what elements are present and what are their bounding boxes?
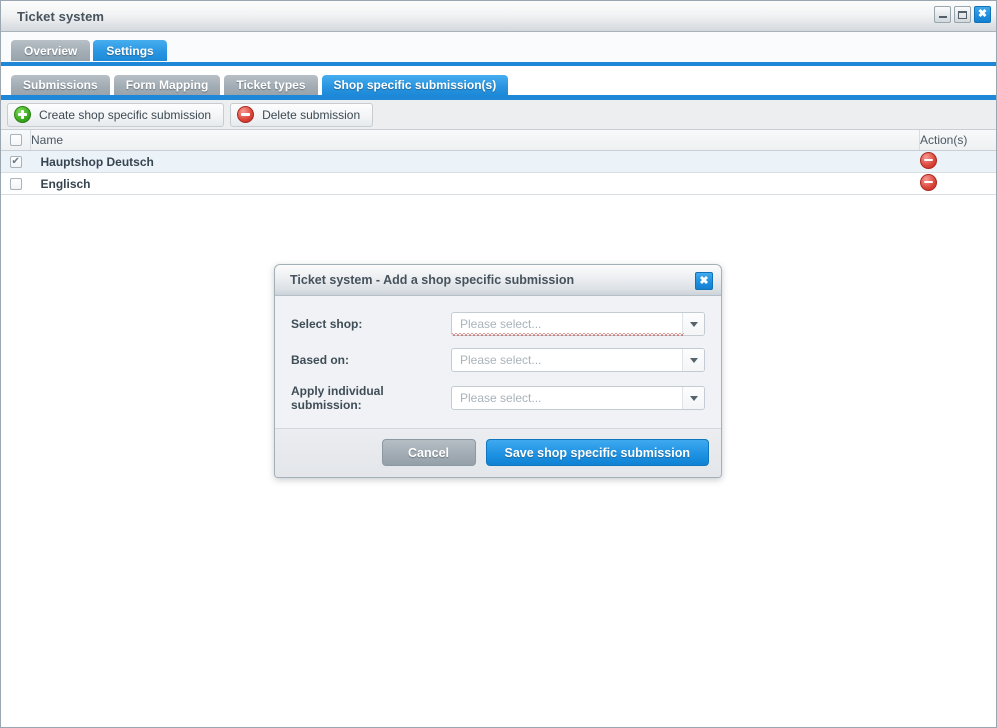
- chevron-down-icon[interactable]: [682, 387, 704, 409]
- dialog-body: Select shop: Please select... Based on: …: [275, 296, 721, 428]
- create-button-label: Create shop specific submission: [39, 107, 212, 122]
- add-shop-specific-submission-dialog: Ticket system - Add a shop specific subm…: [274, 264, 722, 478]
- row-action-cell: [919, 150, 996, 173]
- maximize-button[interactable]: [954, 6, 971, 23]
- row-delete-button[interactable]: [919, 151, 937, 169]
- apply-individual-submission-value: Please select...: [460, 391, 542, 405]
- tab-overview[interactable]: Overview: [11, 40, 91, 61]
- create-shop-specific-submission-button[interactable]: Create shop specific submission: [7, 102, 225, 127]
- row-name-cell: Englisch: [30, 172, 920, 195]
- chevron-down-icon[interactable]: [682, 349, 704, 371]
- row-checkbox[interactable]: ✔: [9, 155, 22, 168]
- column-header-select-all: [1, 130, 31, 151]
- form-row-based-on: Based on: Please select...: [291, 348, 705, 372]
- window-titlebar: Ticket system ✖: [1, 1, 996, 32]
- submissions-table: Name Action(s) ✔ Hauptshop Deutsch Engli…: [1, 130, 996, 195]
- dialog-title: Ticket system - Add a shop specific subm…: [290, 273, 575, 287]
- window-title: Ticket system: [17, 8, 105, 24]
- row-select-cell: [1, 172, 31, 195]
- column-header-actions: Action(s): [919, 130, 996, 151]
- form-row-select-shop: Select shop: Please select...: [291, 312, 705, 336]
- dialog-close-button[interactable]: ✖: [695, 272, 713, 290]
- window-controls: ✖: [934, 6, 991, 23]
- minus-circle-icon: [919, 151, 937, 169]
- row-checkbox[interactable]: [9, 177, 22, 190]
- column-header-name: Name: [30, 130, 920, 151]
- plus-circle-icon: [14, 106, 31, 123]
- delete-submission-button[interactable]: Delete submission: [230, 102, 374, 127]
- table-row[interactable]: ✔ Hauptshop Deutsch: [1, 150, 996, 173]
- label-select-shop: Select shop:: [291, 317, 363, 331]
- minus-circle-icon: [919, 173, 937, 191]
- dialog-footer: Cancel Save shop specific submission: [275, 428, 721, 477]
- cancel-button[interactable]: Cancel: [381, 439, 476, 466]
- delete-button-label: Delete submission: [262, 107, 361, 122]
- based-on-value: Please select...: [460, 353, 542, 367]
- table-header: Name Action(s): [1, 130, 996, 151]
- subtab-ticket-types[interactable]: Ticket types: [224, 75, 318, 95]
- label-apply-individual-submission: Apply individual submission:: [291, 384, 384, 412]
- dialog-header: Ticket system - Add a shop specific subm…: [275, 265, 721, 296]
- subtab-shop-specific-submissions[interactable]: Shop specific submission(s): [321, 75, 509, 95]
- row-select-cell: ✔: [1, 150, 31, 173]
- sub-tabbar: Submissions Form Mapping Ticket types Sh…: [1, 66, 996, 95]
- label-based-on: Based on:: [291, 353, 350, 367]
- minus-circle-icon: [237, 106, 255, 123]
- maximize-icon: [958, 10, 967, 19]
- tab-settings[interactable]: Settings: [93, 40, 167, 61]
- table-row[interactable]: Englisch: [1, 172, 996, 195]
- subtab-submissions[interactable]: Submissions: [11, 75, 110, 95]
- close-window-button[interactable]: ✖: [974, 6, 991, 23]
- apply-individual-submission-dropdown[interactable]: Please select...: [451, 386, 705, 410]
- table-body: ✔ Hauptshop Deutsch Englisch: [1, 150, 996, 195]
- save-shop-specific-submission-button[interactable]: Save shop specific submission: [485, 439, 709, 466]
- subtab-form-mapping[interactable]: Form Mapping: [113, 75, 221, 95]
- select-all-checkbox[interactable]: [9, 134, 22, 146]
- main-tabbar: Overview Settings: [1, 32, 996, 62]
- select-shop-value: Please select...: [460, 317, 542, 331]
- row-delete-button[interactable]: [919, 173, 937, 191]
- minimize-button[interactable]: [934, 6, 951, 23]
- minimize-icon: [938, 16, 947, 18]
- based-on-dropdown[interactable]: Please select...: [451, 348, 705, 372]
- application-window: Ticket system ✖ Overview Settings Submis…: [0, 0, 997, 728]
- row-name-cell: Hauptshop Deutsch: [30, 150, 920, 173]
- grid-toolbar: Create shop specific submission Delete s…: [1, 100, 996, 130]
- chevron-down-icon[interactable]: [682, 313, 704, 335]
- row-action-cell: [919, 172, 996, 195]
- validation-underline: [452, 333, 684, 336]
- form-row-apply-individual-submission: Apply individual submission: Please sele…: [291, 384, 705, 412]
